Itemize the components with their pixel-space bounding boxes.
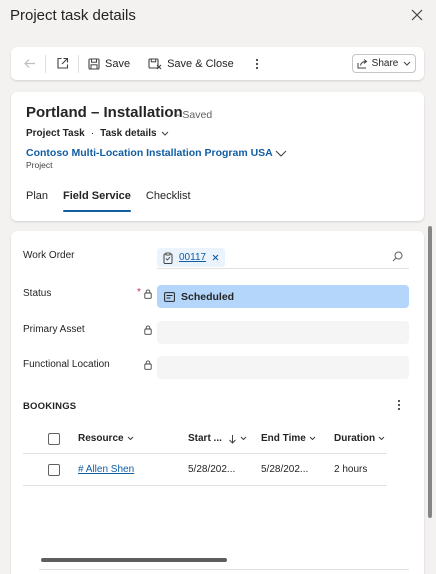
status-value: Scheduled (181, 290, 235, 303)
column-label: Duration (334, 433, 376, 444)
horizontal-scrollbar-thumb[interactable] (41, 558, 227, 562)
table-row[interactable]: # Allen Shen 5/28/202... 5/28/202... 2 h… (23, 454, 387, 486)
bookings-grid: Resource Start ... End Time Duration # A… (23, 424, 387, 486)
project-expand-button[interactable] (275, 148, 287, 160)
vertical-scrollbar-thumb[interactable] (428, 226, 432, 518)
entity-name: Project Task (26, 128, 85, 139)
save-close-button[interactable]: Save & Close (141, 47, 241, 80)
arrow-left-icon (23, 59, 35, 68)
save-close-label: Save & Close (167, 57, 234, 70)
project-field-label: Project (26, 160, 53, 170)
more-commands-button[interactable] (243, 47, 271, 80)
more-vertical-icon (397, 399, 401, 411)
row-checkbox[interactable] (48, 464, 60, 476)
command-bar: Save Save & Close Share (11, 47, 424, 80)
divider (45, 54, 46, 73)
dialog-title: Project task details (10, 7, 136, 24)
form-section: Work Order 00117 Status * Scheduled Prim… (11, 231, 424, 574)
functional-location-label: Functional Location (23, 359, 110, 370)
required-indicator: * (137, 287, 141, 298)
sort-down-icon (229, 434, 236, 444)
save-button[interactable]: Save (81, 47, 137, 80)
start-time-cell: 5/28/202... (188, 464, 236, 475)
back-button[interactable] (15, 47, 43, 80)
column-label: Resource (78, 433, 124, 444)
primary-asset-field (157, 321, 409, 344)
resource-link[interactable]: # Allen Shen (78, 464, 134, 475)
search-icon[interactable] (392, 251, 403, 262)
form-name: Task details (100, 128, 157, 139)
duration-cell: 2 hours (334, 464, 368, 475)
record-title: Portland – Installation (26, 104, 183, 121)
bookings-title: BOOKINGS (23, 401, 77, 412)
lock-icon (144, 325, 152, 335)
status-label: Status (23, 288, 52, 299)
status-icon (164, 291, 175, 302)
share-button[interactable]: Share (352, 54, 416, 73)
chevron-down-icon (161, 131, 168, 136)
chevron-down-icon (378, 436, 385, 441)
record-header: Portland – Installation - Saved Project … (11, 92, 424, 221)
chevron-down-icon (403, 61, 411, 66)
column-end-time[interactable]: End Time (261, 424, 316, 453)
share-icon (357, 58, 367, 68)
lock-icon (144, 360, 152, 370)
chevron-down-icon (240, 436, 247, 441)
bookings-more-button[interactable] (397, 399, 401, 414)
tab-field-service[interactable]: Field Service (63, 190, 131, 212)
select-all-checkbox[interactable] (48, 433, 60, 445)
save-status: - Saved (176, 109, 213, 121)
end-time-cell: 5/28/202... (261, 464, 309, 475)
entity-form-row: Project Task · Task details (26, 128, 169, 139)
divider (78, 54, 79, 73)
column-label: End Time (261, 433, 306, 444)
tab-list: Plan Field Service Checklist (26, 190, 206, 212)
divider (39, 569, 409, 570)
primary-asset-label: Primary Asset (23, 324, 85, 335)
column-label: Start ... (188, 433, 222, 444)
work-order-link[interactable]: 00117 (179, 252, 206, 263)
column-start-time[interactable]: Start ... (188, 424, 247, 453)
save-close-icon (148, 57, 162, 69)
chevron-down-icon (275, 150, 287, 157)
remove-icon[interactable] (212, 254, 219, 261)
form-selector[interactable]: Task details (100, 128, 169, 139)
column-duration[interactable]: Duration (334, 424, 385, 453)
project-link[interactable]: Contoso Multi-Location Installation Prog… (26, 147, 273, 159)
status-field: Scheduled (157, 285, 409, 308)
close-icon (411, 9, 423, 21)
open-in-new-window-icon (56, 57, 68, 69)
more-vertical-icon (255, 58, 258, 69)
open-new-window-button[interactable] (48, 47, 76, 80)
grid-header: Resource Start ... End Time Duration (23, 424, 387, 454)
tab-plan[interactable]: Plan (26, 190, 48, 212)
save-icon (88, 57, 100, 70)
work-order-label: Work Order (23, 250, 75, 261)
chevron-down-icon (309, 436, 316, 441)
functional-location-field (157, 356, 409, 379)
save-label: Save (105, 57, 131, 70)
work-order-lookup[interactable]: 00117 (157, 246, 409, 269)
clipboard-icon (163, 252, 173, 264)
work-order-chip: 00117 (157, 248, 226, 267)
tab-checklist[interactable]: Checklist (146, 190, 191, 212)
close-button[interactable] (410, 8, 424, 22)
lock-icon (144, 289, 152, 299)
share-label: Share (371, 58, 399, 69)
column-resource[interactable]: Resource (78, 424, 134, 453)
separator-dot: · (90, 128, 95, 139)
chevron-down-icon (127, 436, 133, 441)
